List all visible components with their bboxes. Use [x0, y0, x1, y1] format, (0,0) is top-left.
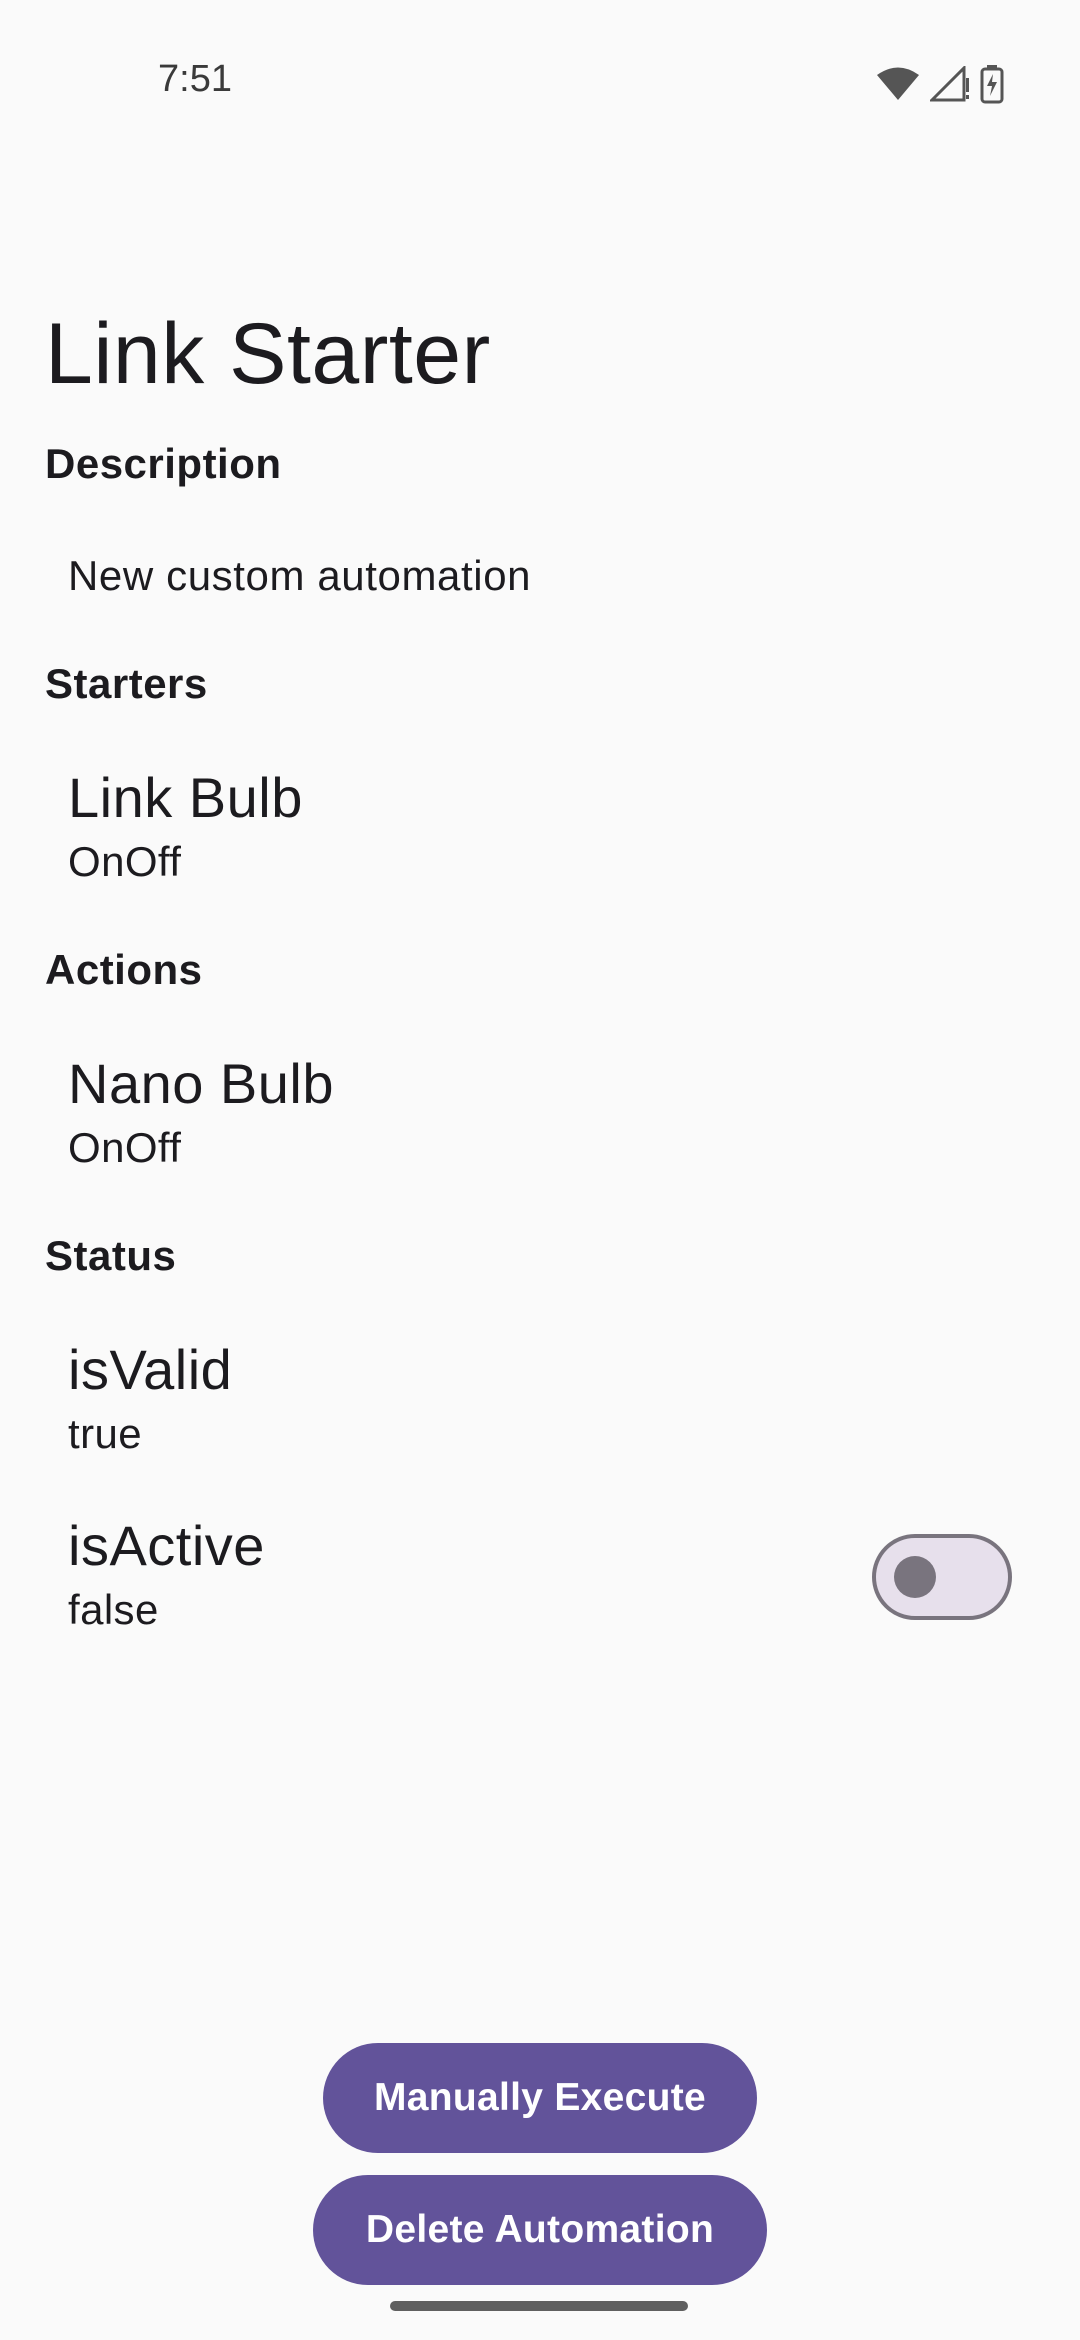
- starter-device-name: Link Bulb: [68, 766, 303, 829]
- status-bar: 7:51: [0, 0, 1080, 120]
- manually-execute-button[interactable]: Manually Execute: [323, 2043, 757, 2153]
- is-valid-value: true: [68, 1410, 142, 1457]
- is-active-label: isActive: [68, 1514, 265, 1577]
- action-trait: OnOff: [68, 1124, 182, 1171]
- battery-charging-icon: [980, 64, 1004, 104]
- starters-heading: Starters: [45, 660, 208, 707]
- is-active-value: false: [68, 1586, 159, 1633]
- actions-heading: Actions: [45, 946, 203, 993]
- page-title: Link Starter: [45, 306, 491, 402]
- action-device-name: Nano Bulb: [68, 1052, 335, 1115]
- description-value: New custom automation: [68, 552, 532, 599]
- signal-icon: [930, 66, 970, 102]
- status-icons: [876, 62, 1004, 106]
- is-active-toggle[interactable]: [872, 1534, 1012, 1620]
- delete-automation-button[interactable]: Delete Automation: [313, 2175, 767, 2285]
- is-valid-label: isValid: [68, 1338, 233, 1401]
- toggle-thumb: [894, 1556, 936, 1598]
- status-time: 7:51: [158, 58, 232, 100]
- status-heading: Status: [45, 1232, 177, 1279]
- description-heading: Description: [45, 440, 282, 487]
- starter-trait: OnOff: [68, 838, 182, 885]
- wifi-icon: [876, 66, 920, 102]
- home-indicator[interactable]: [390, 2301, 688, 2311]
